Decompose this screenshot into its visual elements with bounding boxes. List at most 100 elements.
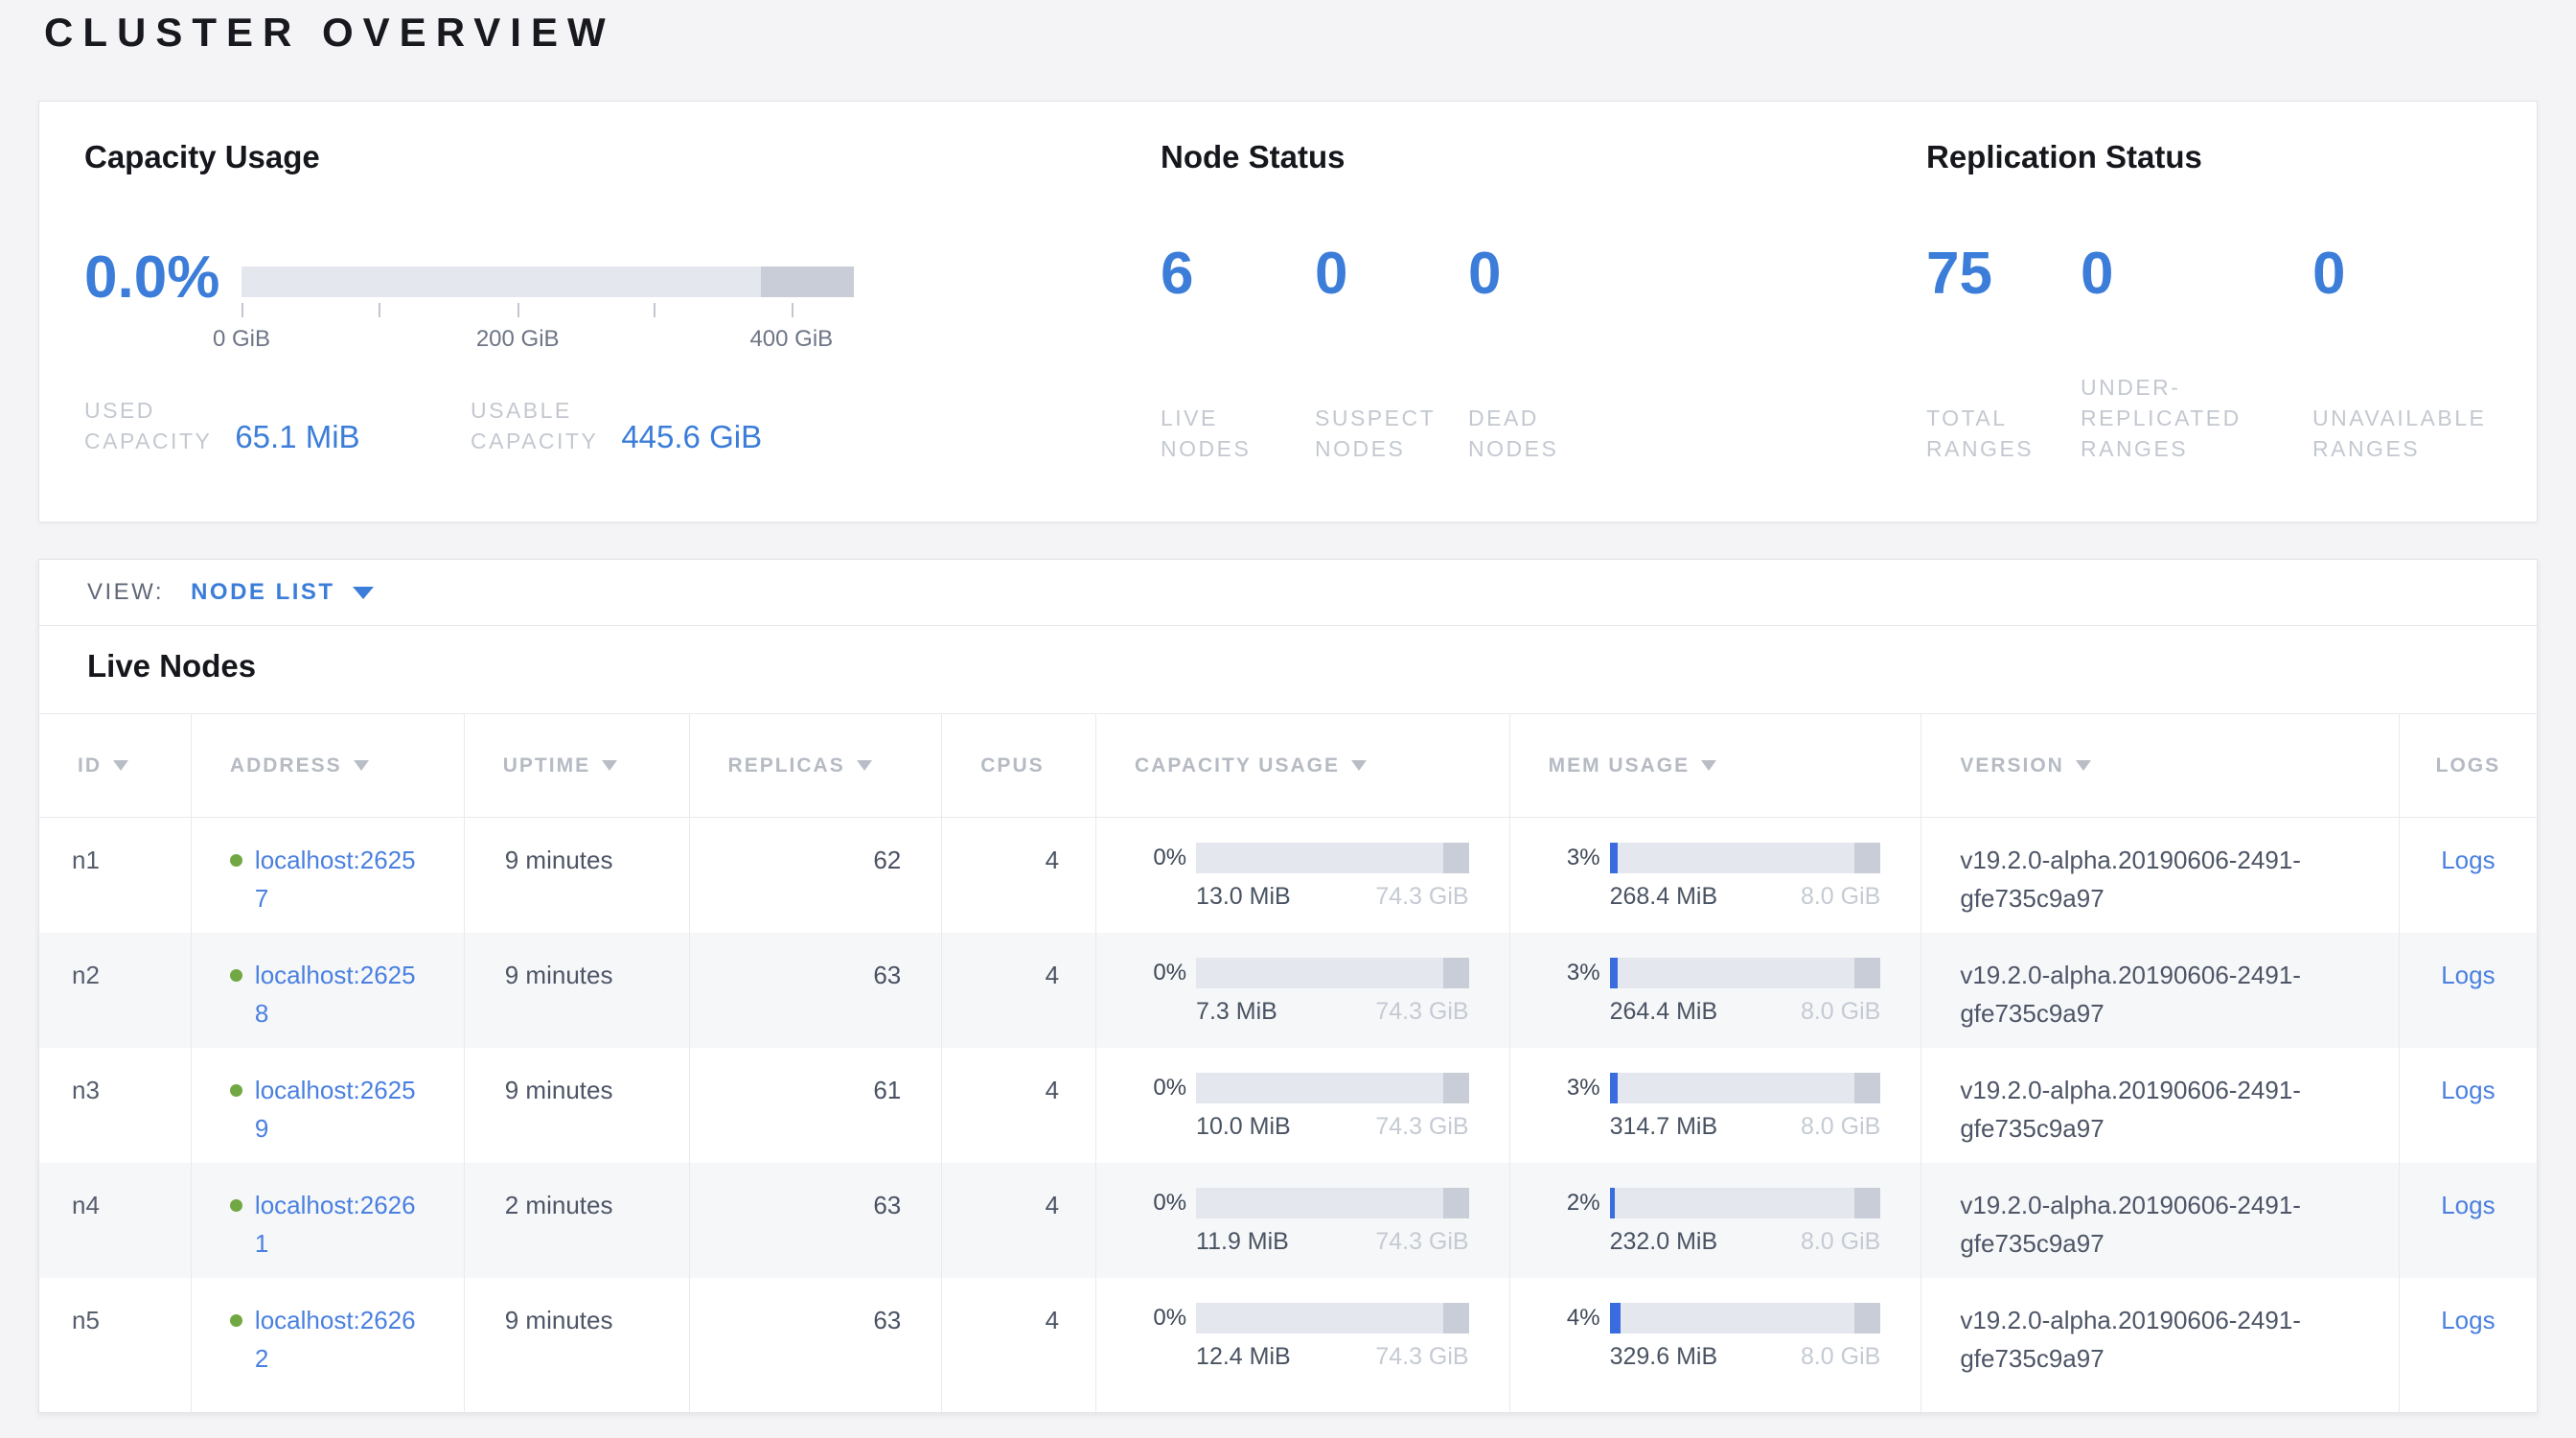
cell-node-id: n5 — [39, 1278, 191, 1393]
address-link[interactable]: localhost:26258 — [255, 956, 423, 1032]
cell-version: v19.2.0-alpha.20190606-2491-gfe735c9a97 — [1920, 818, 2399, 933]
view-dropdown[interactable]: NODE LIST — [191, 579, 335, 606]
sort-arrow-icon — [354, 760, 369, 771]
capacity-minibar-reserved — [1443, 1073, 1469, 1103]
sort-arrow-icon — [113, 760, 128, 771]
replication-status-items: 75 TOTAL RANGES 0 UNDER- REPLICATED RANG… — [1926, 242, 2486, 464]
mem-used-value: 329.6 MiB — [1610, 1342, 1718, 1371]
logs-link[interactable]: Logs — [2441, 846, 2495, 874]
cell-mem-usage: 3% 264.4 MiB 8.0 GiB — [1509, 933, 1921, 1048]
mem-minibar-reserved — [1854, 1073, 1880, 1103]
column-header[interactable]: VERSION — [1920, 714, 2399, 817]
capacity-usage-title: Capacity Usage — [84, 136, 320, 178]
cell-node-id: n2 — [39, 933, 191, 1048]
column-header-label: LOGS — [2436, 754, 2501, 777]
status-metric-value: 0 — [2312, 242, 2486, 307]
mem-minibar-reserved — [1854, 958, 1880, 988]
capacity-minibar — [1196, 1188, 1469, 1218]
cell-node-id: n1 — [39, 818, 191, 933]
capacity-percent: 0% — [1135, 1188, 1196, 1218]
cell-replicas: 63 — [689, 1278, 942, 1393]
column-header[interactable]: ID — [39, 714, 191, 817]
axis-tick-label: 200 GiB — [476, 326, 560, 353]
table-row: n5 localhost:26262 9 minutes 63 4 0% — [39, 1278, 2537, 1393]
address-link[interactable]: localhost:26259 — [255, 1071, 423, 1148]
mem-used-value: 314.7 MiB — [1610, 1112, 1718, 1141]
status-metric-value: 75 — [1926, 242, 2081, 307]
status-metric-value: 0 — [1468, 242, 1558, 307]
capacity-minibar — [1196, 958, 1469, 988]
capacity-stat-label: USED CAPACITY — [84, 395, 212, 456]
version-text: v19.2.0-alpha.20190606-2491-gfe735c9a97 — [1960, 1301, 2316, 1378]
cell-logs: Logs — [2399, 1048, 2537, 1163]
capacity-minibar-reserved — [1443, 1188, 1469, 1218]
capacity-used-value: 11.9 MiB — [1196, 1227, 1289, 1256]
axis-tick-label: 400 GiB — [749, 326, 833, 353]
cell-node-id: n3 — [39, 1048, 191, 1163]
capacity-percent-value: 0.0% — [84, 245, 219, 311]
address-link[interactable]: localhost:26261 — [255, 1186, 423, 1263]
table-header-row: ID ADDRESS UPTIME REPLICAS — [39, 713, 2537, 818]
sort-arrow-icon — [602, 760, 617, 771]
status-metric-label: UNDER- REPLICATED RANGES — [2081, 372, 2312, 464]
column-header[interactable]: REPLICAS — [689, 714, 942, 817]
capacity-total-value: 74.3 GiB — [1375, 1227, 1468, 1256]
address-link[interactable]: localhost:26257 — [255, 841, 423, 917]
capacity-total-value: 74.3 GiB — [1375, 1342, 1468, 1371]
version-text: v19.2.0-alpha.20190606-2491-gfe735c9a97 — [1960, 1186, 2316, 1263]
logs-link[interactable]: Logs — [2441, 1306, 2495, 1334]
status-metric-label: SUSPECT NODES — [1315, 403, 1468, 464]
capacity-stat-value: 445.6 GiB — [621, 419, 762, 456]
cell-mem-usage: 4% 329.6 MiB 8.0 GiB — [1509, 1278, 1921, 1393]
capacity-used-value: 7.3 MiB — [1196, 997, 1277, 1026]
cell-cpus: 4 — [941, 933, 1095, 1048]
column-header[interactable]: UPTIME — [464, 714, 689, 817]
capacity-stat: USED CAPACITY 65.1 MiB — [84, 395, 471, 456]
column-header[interactable]: CAPACITY USAGE — [1095, 714, 1509, 817]
column-header-label: MEM USAGE — [1549, 754, 1690, 777]
node-live-dot-icon — [230, 1084, 242, 1097]
cell-replicas: 63 — [689, 933, 942, 1048]
sort-arrow-icon — [1351, 760, 1367, 771]
sort-arrow-icon — [857, 760, 872, 771]
status-metric-label: UNAVAILABLE RANGES — [2312, 403, 2486, 464]
logs-link[interactable]: Logs — [2441, 1076, 2495, 1104]
mem-minibar-fill — [1610, 843, 1618, 873]
version-text: v19.2.0-alpha.20190606-2491-gfe735c9a97 — [1960, 956, 2316, 1032]
mem-used-value: 264.4 MiB — [1610, 997, 1718, 1026]
table-row: n2 localhost:26258 9 minutes 63 4 0% — [39, 933, 2537, 1048]
address-link[interactable]: localhost:26262 — [255, 1301, 423, 1378]
cell-replicas: 61 — [689, 1048, 942, 1163]
capacity-stats: USED CAPACITY 65.1 MiB USABLE CAPACITY 4… — [84, 395, 762, 456]
cell-version: v19.2.0-alpha.20190606-2491-gfe735c9a97 — [1920, 1163, 2399, 1278]
capacity-used-value: 10.0 MiB — [1196, 1112, 1291, 1141]
column-header[interactable]: MEM USAGE — [1509, 714, 1921, 817]
status-metric-label: LIVE NODES — [1161, 403, 1315, 464]
sort-arrow-icon — [2076, 760, 2091, 771]
cell-version: v19.2.0-alpha.20190606-2491-gfe735c9a97 — [1920, 933, 2399, 1048]
node-status-title: Node Status — [1161, 136, 1346, 178]
mem-minibar — [1610, 1188, 1881, 1218]
axis-tick — [792, 303, 794, 317]
cell-version: v19.2.0-alpha.20190606-2491-gfe735c9a97 — [1920, 1048, 2399, 1163]
capacity-percent: 0% — [1135, 958, 1196, 988]
live-nodes-card: VIEW: NODE LIST Live Nodes ID ADDRESS UP… — [38, 559, 2538, 1413]
sort-arrow-icon — [1701, 760, 1716, 771]
logs-link[interactable]: Logs — [2441, 1191, 2495, 1219]
cell-address: localhost:26262 — [191, 1278, 464, 1393]
status-metric: 0 UNDER- REPLICATED RANGES — [2081, 242, 2312, 464]
cell-uptime: 9 minutes — [464, 818, 689, 933]
column-header[interactable]: ADDRESS — [191, 714, 464, 817]
axis-tick — [242, 303, 243, 317]
logs-link[interactable]: Logs — [2441, 961, 2495, 989]
cell-uptime: 9 minutes — [464, 933, 689, 1048]
axis-tick — [518, 303, 519, 317]
chevron-down-icon[interactable] — [353, 587, 374, 599]
status-metric-value: 0 — [2081, 242, 2312, 307]
cell-capacity-usage: 0% 13.0 MiB 74.3 GiB — [1095, 818, 1509, 933]
capacity-total-value: 74.3 GiB — [1375, 1112, 1468, 1141]
cell-uptime: 9 minutes — [464, 1278, 689, 1393]
table-body: n1 localhost:26257 9 minutes 62 4 0% — [39, 818, 2537, 1393]
cell-logs: Logs — [2399, 818, 2537, 933]
capacity-used-value: 12.4 MiB — [1196, 1342, 1291, 1371]
